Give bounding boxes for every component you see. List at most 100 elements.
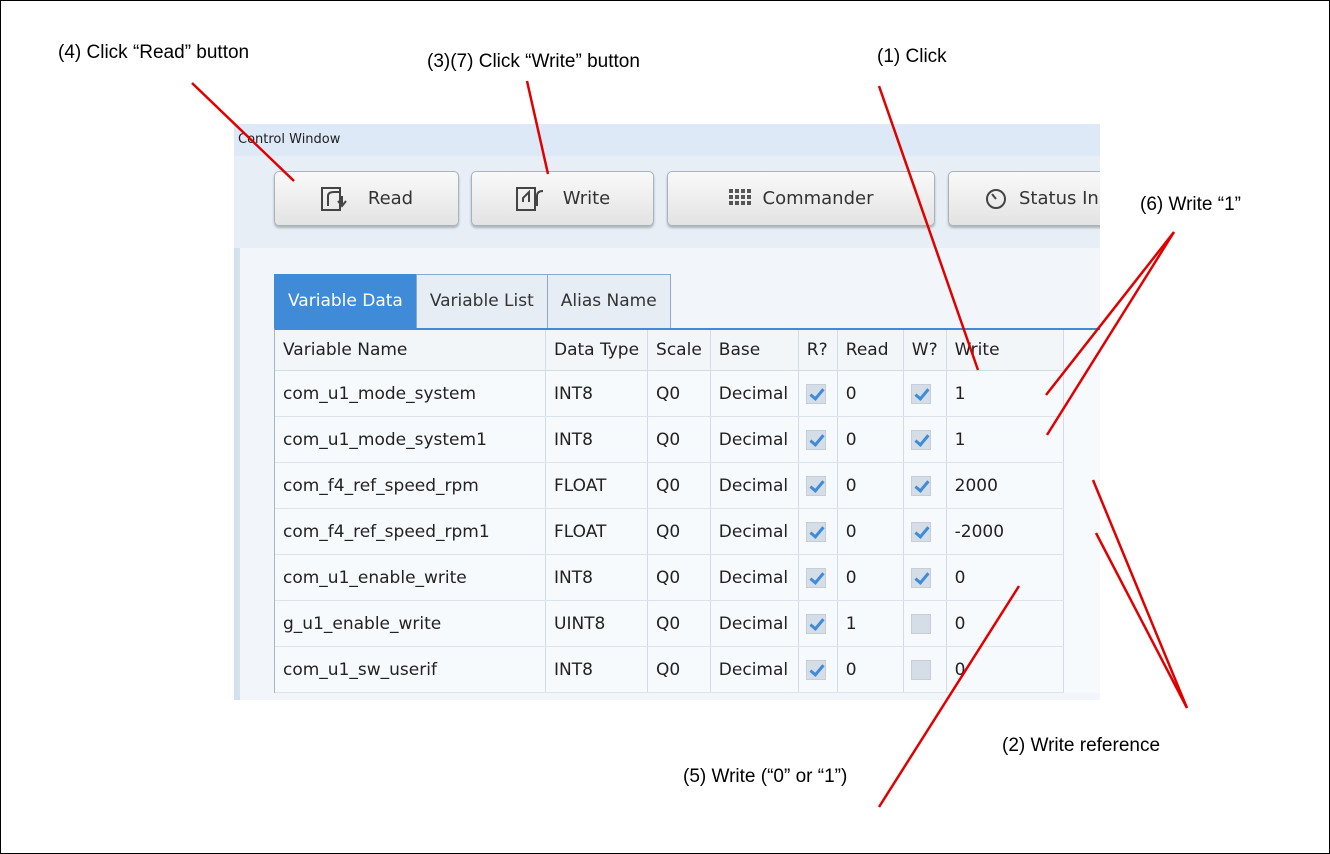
col-scale[interactable]: Scale [647, 330, 711, 371]
cell-write-value[interactable]: 1 [946, 370, 1064, 417]
tab-variable-list[interactable]: Variable List [415, 274, 548, 328]
write-checkbox[interactable] [910, 429, 931, 450]
table-row[interactable]: com_f4_ref_speed_rpm1 FLOAT Q0 Decimal 0 -200… [275, 508, 1064, 555]
tab-variable-data[interactable]: Variable Data [274, 274, 417, 328]
cell-data-type: INT8 [545, 416, 649, 463]
grid-icon [728, 188, 751, 209]
read-checkbox[interactable] [805, 475, 826, 496]
cell-base: Decimal [710, 554, 799, 601]
cell-read-value: 0 [837, 416, 904, 463]
cell-variable-name: com_u1_enable_write [275, 554, 546, 601]
cell-w-checkbox [903, 646, 947, 693]
tab-bar: Variable Data Variable List Alias Name [274, 274, 671, 328]
cell-base: Decimal [710, 370, 799, 417]
cell-scale: Q0 [647, 416, 711, 463]
table-row[interactable]: com_u1_mode_system INT8 Q0 Decimal 0 1 [275, 370, 1064, 417]
col-w[interactable]: W? [903, 330, 947, 371]
read-checkbox[interactable] [805, 521, 826, 542]
cell-base: Decimal [710, 416, 799, 463]
col-data-type[interactable]: Data Type [545, 330, 649, 371]
cell-r-checkbox [798, 508, 838, 555]
write-icon [515, 186, 551, 212]
cell-scale: Q0 [647, 646, 711, 693]
read-button[interactable]: Read [274, 171, 459, 226]
annotation-write-zero-or-one: (5) Write (“0” or “1”) [683, 766, 848, 787]
cell-data-type: FLOAT [545, 508, 649, 555]
cell-write-value[interactable]: -2000 [946, 508, 1064, 555]
cell-data-type: INT8 [545, 554, 649, 601]
cell-read-value: 1 [837, 600, 904, 647]
cell-w-checkbox [903, 416, 947, 463]
table-row[interactable]: com_f4_ref_speed_rpm FLOAT Q0 Decimal 0 2000 [275, 462, 1064, 509]
cell-variable-name: com_f4_ref_speed_rpm1 [275, 508, 546, 555]
cell-write-value[interactable]: 0 [946, 554, 1064, 601]
read-checkbox[interactable] [805, 659, 826, 680]
cell-scale: Q0 [647, 462, 711, 509]
col-base[interactable]: Base [710, 330, 799, 371]
table-row[interactable]: com_u1_mode_system1 INT8 Q0 Decimal 0 1 [275, 416, 1064, 463]
cell-scale: Q0 [647, 554, 711, 601]
cell-variable-name: g_u1_enable_write [275, 600, 546, 647]
table-row[interactable]: g_u1_enable_write UINT8 Q0 Decimal 1 0 [275, 600, 1064, 647]
cell-w-checkbox [903, 370, 947, 417]
cell-variable-name: com_u1_sw_userif [275, 646, 546, 693]
write-button[interactable]: Write [471, 171, 654, 226]
cell-read-value: 0 [837, 554, 904, 601]
write-checkbox[interactable] [910, 475, 931, 496]
cell-w-checkbox [903, 554, 947, 601]
write-checkbox[interactable] [910, 613, 931, 634]
read-button-label: Read [367, 188, 414, 209]
col-variable-name[interactable]: Variable Name [275, 330, 546, 371]
write-button-label: Write [562, 188, 611, 209]
read-checkbox[interactable] [805, 613, 826, 634]
write-checkbox[interactable] [910, 567, 931, 588]
cell-r-checkbox [798, 600, 838, 647]
cell-r-checkbox [798, 370, 838, 417]
read-checkbox[interactable] [805, 567, 826, 588]
cell-scale: Q0 [647, 370, 711, 417]
col-write[interactable]: Write [946, 330, 1064, 371]
tab-alias-name[interactable]: Alias Name [546, 274, 671, 328]
write-checkbox[interactable] [910, 521, 931, 542]
variable-table: Variable Name Data Type Scale Base R? Re… [274, 328, 1100, 693]
read-icon [320, 186, 356, 212]
cell-r-checkbox [798, 554, 838, 601]
window-side-strip [234, 248, 240, 700]
cell-data-type: UINT8 [545, 600, 649, 647]
cell-write-value[interactable]: 0 [946, 600, 1064, 647]
write-checkbox[interactable] [910, 659, 931, 680]
cell-w-checkbox [903, 462, 947, 509]
table-row[interactable]: com_u1_enable_write INT8 Q0 Decimal 0 0 [275, 554, 1064, 601]
cell-read-value: 0 [837, 370, 904, 417]
cell-scale: Q0 [647, 508, 711, 555]
window-title: Control Window [234, 124, 1100, 156]
cell-w-checkbox [903, 600, 947, 647]
status-button[interactable]: Status In [948, 171, 1100, 226]
annotation-write-one: (6) Write “1” [1140, 194, 1241, 215]
annotation-write-reference: (2) Write reference [1002, 735, 1161, 756]
cell-data-type: INT8 [545, 370, 649, 417]
cell-r-checkbox [798, 416, 838, 463]
cell-base: Decimal [710, 646, 799, 693]
table-row[interactable]: com_u1_sw_userif INT8 Q0 Decimal 0 0 [275, 646, 1064, 693]
cell-write-value[interactable]: 2000 [946, 462, 1064, 509]
cell-scale: Q0 [647, 600, 711, 647]
cell-base: Decimal [710, 508, 799, 555]
col-read[interactable]: Read [837, 330, 904, 371]
cell-write-value[interactable]: 0 [946, 646, 1064, 693]
commander-button[interactable]: Commander [667, 171, 935, 226]
cell-w-checkbox [903, 508, 947, 555]
cell-variable-name: com_u1_mode_system1 [275, 416, 546, 463]
annotation-read-button: (4) Click “Read” button [58, 42, 250, 63]
col-r[interactable]: R? [798, 330, 838, 371]
read-checkbox[interactable] [805, 429, 826, 450]
cell-read-value: 0 [837, 646, 904, 693]
annotation-click: (1) Click [877, 46, 947, 67]
read-checkbox[interactable] [805, 383, 826, 404]
write-checkbox[interactable] [910, 383, 931, 404]
gauge-icon [985, 188, 1007, 210]
cell-write-value[interactable]: 1 [946, 416, 1064, 463]
status-button-label: Status In [1019, 188, 1099, 209]
cell-data-type: INT8 [545, 646, 649, 693]
cell-variable-name: com_f4_ref_speed_rpm [275, 462, 546, 509]
